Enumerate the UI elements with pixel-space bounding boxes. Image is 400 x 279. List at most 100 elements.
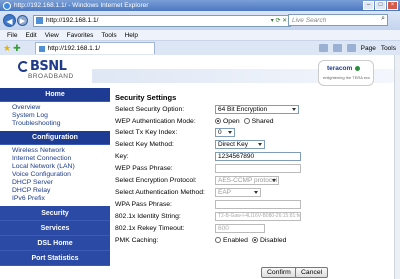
security-settings-form: Security Settings Select Security Option…: [113, 93, 400, 279]
menu-help[interactable]: Help: [125, 32, 138, 39]
menu-bar: File Edit View Favorites Tools Help: [0, 30, 400, 41]
page-menu[interactable]: Page: [361, 45, 376, 52]
sidebar-nav: Home Overview System Log Troubleshooting…: [0, 88, 110, 279]
nav-internet-connection[interactable]: Internet Connection: [12, 155, 110, 163]
wep-auth-shared-label: Shared: [251, 117, 274, 125]
wep-pass-label: WEP Pass Phrase:: [115, 164, 173, 172]
page-icon: [36, 17, 43, 24]
print-icon[interactable]: [346, 44, 356, 52]
address-bar[interactable]: http://192.168.1.1/ ▾ ⟳ ✕: [33, 14, 291, 27]
address-toolbar: ◀ ▶ http://192.168.1.1/ ▾ ⟳ ✕ Live Searc…: [0, 11, 400, 30]
tab-page-icon: [38, 45, 45, 52]
nav-troubleshooting[interactable]: Troubleshooting: [12, 120, 110, 128]
nav-voice-configuration[interactable]: Voice Configuration: [12, 171, 110, 179]
search-input[interactable]: Live Search ⌕: [288, 14, 388, 26]
nav-configuration[interactable]: Configuration: [0, 131, 110, 145]
nav-ipv6-prefix[interactable]: IPv6 Prefix: [12, 195, 110, 203]
wpa-pass-label: WPA Pass Phrase:: [115, 200, 172, 208]
pmk-enabled-option[interactable]: Enabled: [215, 237, 248, 244]
pmk-enabled-radio[interactable]: [215, 237, 221, 243]
bsnl-logo: BSNL BROADBAND: [12, 59, 92, 83]
window-controls: – □ ×: [363, 1, 398, 10]
key-method-select[interactable]: Direct Key: [215, 139, 265, 149]
nav-security[interactable]: Security: [0, 206, 110, 221]
logo-text: BSNL: [30, 59, 67, 74]
config-links: Wireless Network Internet Connection Loc…: [0, 145, 110, 206]
enc-protocol-label: Select Encryption Protocol:: [115, 176, 197, 184]
minimize-icon[interactable]: –: [363, 1, 374, 10]
wep-pass-input[interactable]: [215, 163, 301, 173]
partner-name: teracom: [327, 65, 353, 72]
rekey-input[interactable]: 600: [215, 223, 265, 233]
vertical-scrollbar[interactable]: [394, 55, 400, 279]
ie-logo-icon: [3, 1, 11, 10]
window-title-bar: http://192.168.1.1/ - Windows Internet E…: [0, 0, 400, 11]
browser-tab[interactable]: http://192.168.1.1/: [34, 42, 155, 54]
wep-auth-shared-option[interactable]: Shared: [243, 117, 274, 125]
nav-dhcp-relay[interactable]: DHCP Relay: [12, 187, 110, 195]
add-favorite-icon[interactable]: ✚: [13, 43, 21, 54]
menu-edit[interactable]: Edit: [25, 32, 36, 39]
feeds-icon[interactable]: [332, 44, 342, 52]
address-url[interactable]: http://192.168.1.1/: [46, 17, 98, 24]
wpa-pass-input[interactable]: [215, 199, 301, 209]
nav-dhcp-server[interactable]: DHCP Server: [12, 179, 110, 187]
home-icon[interactable]: [318, 44, 328, 52]
confirm-button[interactable]: Confirm: [261, 267, 297, 278]
menu-favorites[interactable]: Favorites: [67, 32, 94, 39]
wep-auth-shared-radio[interactable]: [243, 118, 250, 124]
forward-button[interactable]: ▶: [17, 15, 28, 26]
key-method-label: Select Key Method:: [115, 140, 174, 148]
maximize-icon[interactable]: □: [375, 1, 386, 10]
pmk-enabled-label: Enabled: [223, 236, 248, 244]
security-option-label: Select Security Option:: [115, 105, 185, 113]
logo-subtext: BROADBAND: [28, 73, 74, 80]
cancel-button[interactable]: Cancel: [295, 267, 329, 278]
key-label: Key:: [115, 152, 129, 160]
row-identity: 802.1x Identity String: T2-B-Gaw-l-4LI16…: [115, 211, 301, 221]
pmk-disabled-radio[interactable]: [251, 237, 258, 243]
identity-input[interactable]: T2-B-Gaw-l-4LI16V-B080-26:15:81:fe: [215, 211, 301, 221]
window-title: http://192.168.1.1/ - Windows Internet E…: [14, 2, 149, 9]
close-icon[interactable]: ×: [387, 1, 398, 10]
home-links: Overview System Log Troubleshooting: [0, 102, 110, 131]
nav-overview[interactable]: Overview: [12, 104, 110, 112]
auth-method-select[interactable]: EAP: [215, 187, 261, 197]
pmk-disabled-option[interactable]: Disabled: [251, 237, 286, 244]
wep-auth-open-option[interactable]: Open: [215, 118, 240, 125]
tab-title: http://192.168.1.1/: [47, 45, 101, 52]
nav-port-statistics[interactable]: Port Statistics: [0, 251, 110, 266]
tools-menu[interactable]: Tools: [381, 45, 396, 52]
menu-tools[interactable]: Tools: [101, 32, 116, 39]
row-tx-key: Select Tx Key Index: 0: [115, 127, 235, 137]
key-input[interactable]: 1234567890: [215, 151, 301, 161]
tx-key-select[interactable]: 0: [215, 127, 235, 137]
back-button[interactable]: ◀: [3, 14, 16, 27]
menu-view[interactable]: View: [45, 32, 59, 39]
nav-local-network[interactable]: Local Network (LAN): [12, 163, 110, 171]
rekey-label: 802.1x Rekey Timeout:: [115, 224, 185, 232]
refresh-stop-icons[interactable]: ▾ ⟳ ✕: [268, 16, 290, 26]
nav-home[interactable]: Home: [0, 88, 110, 102]
wep-auth-open-radio[interactable]: [215, 118, 221, 124]
nav-wireless-network[interactable]: Wireless Network: [12, 147, 110, 155]
identity-label: 802.1x Identity String:: [115, 212, 181, 220]
enc-protocol-select[interactable]: AES-CCMP protocol: [215, 175, 279, 185]
row-key-method: Select Key Method: Direct Key: [115, 139, 265, 149]
favorites-star-icon[interactable]: ★: [3, 43, 11, 54]
tab-toolbar: ★ ✚ http://192.168.1.1/ Page Tools: [0, 41, 400, 55]
row-auth-method: Select Authentication Method: EAP: [115, 187, 261, 197]
row-wep-auth: WEP Authentication Mode: Open Shared: [115, 116, 278, 126]
row-pmk: PMK Caching: Enabled Disabled: [115, 235, 290, 245]
tx-key-label: Select Tx Key Index:: [115, 128, 178, 136]
nav-services[interactable]: Services: [0, 221, 110, 236]
search-icon[interactable]: ⌕: [381, 15, 385, 23]
nav-dsl-home[interactable]: DSL Home: [0, 236, 110, 251]
security-option-select[interactable]: 64 Bit Encryption: [215, 104, 299, 114]
partner-tagline: enlightening the TERA era: [323, 75, 370, 80]
menu-file[interactable]: File: [7, 32, 17, 39]
section-title: Security Settings: [115, 93, 177, 102]
nav-system-log[interactable]: System Log: [12, 112, 110, 120]
row-key: Key: 1234567890: [115, 151, 301, 161]
row-enc-protocol: Select Encryption Protocol: AES-CCMP pro…: [115, 175, 279, 185]
